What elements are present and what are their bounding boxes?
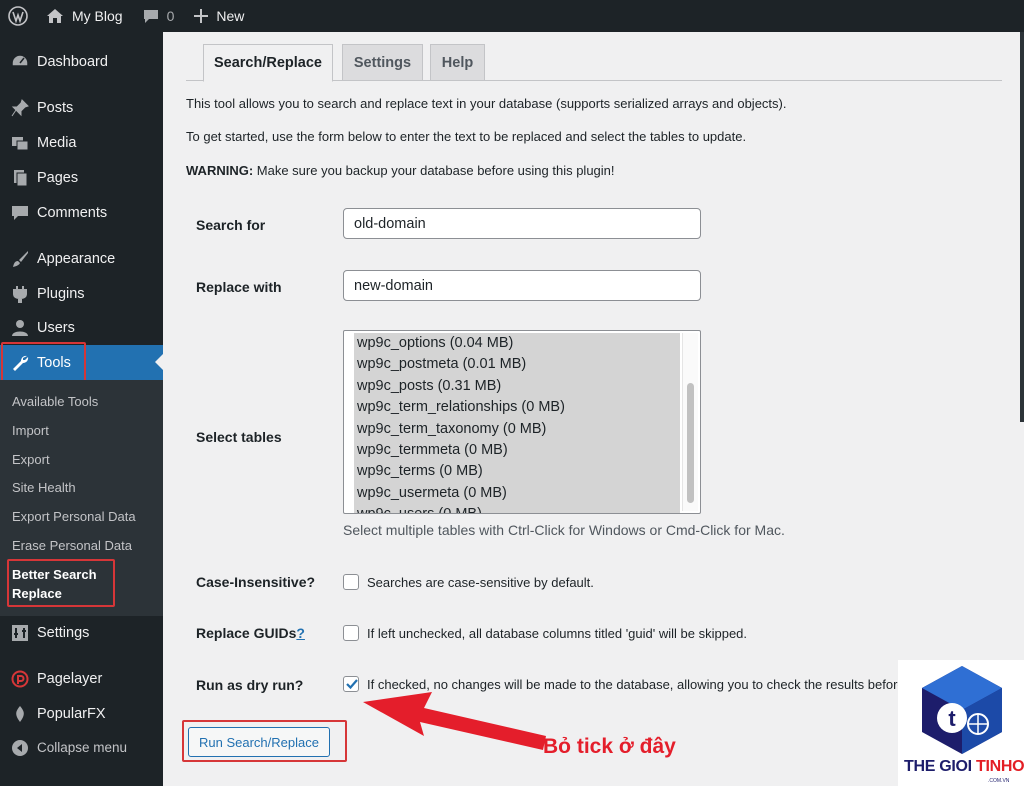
watermark-text: THE GIOI TINHOC xyxy=(904,758,1024,776)
page-scrollbar[interactable] xyxy=(1020,32,1024,422)
table-option[interactable]: wp9c_posts (0.31 MB) xyxy=(354,376,680,397)
table-option[interactable]: wp9c_terms (0 MB) xyxy=(354,461,680,482)
comments-count: 0 xyxy=(166,8,175,24)
case-insensitive-checkbox[interactable] xyxy=(343,574,359,590)
admin-bar: My Blog 0 New xyxy=(0,0,1024,32)
table-option[interactable]: wp9c_options (0.04 MB) xyxy=(354,333,680,354)
new-label: New xyxy=(216,8,245,24)
admin-sidebar: Dashboard Posts Media Pages Comments App… xyxy=(0,32,163,786)
sidebar-item-settings[interactable]: Settings xyxy=(0,615,163,650)
annotation-arrow-icon xyxy=(363,692,546,750)
tables-scrollbar[interactable] xyxy=(682,333,698,511)
sidebar-item-pagelayer[interactable]: Pagelayer xyxy=(0,661,163,696)
table-option[interactable]: wp9c_users (0 MB) xyxy=(354,504,680,513)
tables-select[interactable]: wp9c_options (0.04 MB) wp9c_postmeta (0.… xyxy=(343,330,701,514)
submenu-site-health[interactable]: Site Health xyxy=(12,480,76,495)
settings-icon xyxy=(10,623,30,643)
sidebar-item-posts[interactable]: Posts xyxy=(0,90,163,125)
intro-line-2: To get started, use the form below to en… xyxy=(186,129,747,144)
home-icon xyxy=(46,8,64,24)
submenu-available-tools[interactable]: Available Tools xyxy=(12,394,98,409)
pin-icon xyxy=(10,98,30,118)
collapse-icon xyxy=(10,738,30,758)
table-option[interactable]: wp9c_term_relationships (0 MB) xyxy=(354,397,680,418)
tab-settings[interactable]: Settings xyxy=(342,44,423,81)
sidebar-item-dashboard[interactable]: Dashboard xyxy=(0,44,163,79)
table-option[interactable]: wp9c_term_taxonomy (0 MB) xyxy=(354,419,680,440)
tools-highlight-box xyxy=(1,342,86,383)
dry-run-checkbox[interactable] xyxy=(343,676,359,692)
pagelayer-icon xyxy=(10,669,30,689)
sidebar-item-users[interactable]: Users xyxy=(0,310,163,345)
warning-text: Make sure you backup your database befor… xyxy=(253,163,615,178)
better-search-replace-highlight-box xyxy=(7,559,115,607)
submenu-export[interactable]: Export xyxy=(12,452,50,467)
watermark-logo: t THE GIOI TINHOC .COM.VN xyxy=(898,660,1024,786)
replace-guids-checkbox[interactable] xyxy=(343,625,359,641)
sidebar-item-pages[interactable]: Pages xyxy=(0,160,163,195)
replace-guids-description: If left unchecked, all database columns … xyxy=(367,626,748,641)
comment-icon xyxy=(10,203,30,223)
popularfx-icon xyxy=(10,704,30,724)
sidebar-item-appearance[interactable]: Appearance xyxy=(0,241,163,276)
user-icon xyxy=(10,318,30,338)
annotation-text: Bỏ tick ở đây xyxy=(543,735,676,758)
warning-line: WARNING: Make sure you backup your datab… xyxy=(186,163,615,178)
sidebar-item-popularfx[interactable]: PopularFX xyxy=(0,696,163,731)
table-option[interactable]: wp9c_termmeta (0 MB) xyxy=(354,440,680,461)
replace-with-label: Replace with xyxy=(196,279,282,295)
search-for-label: Search for xyxy=(196,217,266,233)
replace-guids-help-link[interactable]: ? xyxy=(296,625,305,641)
watermark-subtext: .COM.VN xyxy=(988,778,1010,784)
comments-link[interactable]: 0 xyxy=(133,0,185,32)
table-option[interactable]: wp9c_usermeta (0 MB) xyxy=(354,483,680,504)
comment-bubble-icon xyxy=(143,8,159,24)
collapse-menu-button[interactable]: Collapse menu xyxy=(0,730,163,765)
intro-line-1: This tool allows you to search and repla… xyxy=(186,96,787,111)
case-insensitive-description: Searches are case-sensitive by default. xyxy=(367,575,594,590)
new-content-link[interactable]: New xyxy=(184,0,254,32)
replace-guids-label: Replace GUIDs? xyxy=(196,625,305,641)
media-icon xyxy=(10,133,30,153)
dashboard-icon xyxy=(10,52,30,72)
case-insensitive-label: Case-Insensitive? xyxy=(196,574,316,590)
plug-icon xyxy=(10,284,30,304)
submenu-erase-personal-data[interactable]: Erase Personal Data xyxy=(12,538,132,553)
submenu-export-personal-data[interactable]: Export Personal Data xyxy=(12,509,136,524)
tables-scrollbar-thumb[interactable] xyxy=(687,383,694,503)
warning-label: WARNING: xyxy=(186,163,254,178)
table-option[interactable]: wp9c_postmeta (0.01 MB) xyxy=(354,354,680,375)
dry-run-label: Run as dry run? xyxy=(196,677,304,693)
submenu-import[interactable]: Import xyxy=(12,423,49,438)
sidebar-item-comments[interactable]: Comments xyxy=(0,195,163,230)
site-name: My Blog xyxy=(72,8,123,24)
tab-help[interactable]: Help xyxy=(430,44,485,81)
plus-icon xyxy=(194,9,209,23)
replace-guids-label-text: Replace GUIDs xyxy=(196,625,297,641)
tables-option-list: wp9c_options (0.04 MB) wp9c_postmeta (0.… xyxy=(354,333,680,513)
run-search-replace-button[interactable]: Run Search/Replace xyxy=(188,727,330,757)
select-tables-label: Select tables xyxy=(196,429,282,445)
watermark-text-dark: THE GIOI xyxy=(904,758,976,775)
tables-help-text: Select multiple tables with Ctrl-Click f… xyxy=(343,522,785,538)
tab-search-replace[interactable]: Search/Replace xyxy=(203,44,333,82)
wordpress-logo-icon[interactable] xyxy=(0,0,36,32)
replace-with-input[interactable]: new-domain xyxy=(343,270,701,301)
sidebar-item-media[interactable]: Media xyxy=(0,125,163,160)
main-content: Search/Replace Settings Help This tool a… xyxy=(163,32,1024,786)
site-name-link[interactable]: My Blog xyxy=(36,0,133,32)
watermark-text-red: TINHOC xyxy=(975,758,1024,775)
tgtinhoc-logo-icon: t xyxy=(922,666,1002,754)
pages-icon xyxy=(10,168,30,188)
brush-icon xyxy=(10,249,30,269)
svg-text:t: t xyxy=(948,706,956,731)
sidebar-item-plugins[interactable]: Plugins xyxy=(0,276,163,311)
search-for-input[interactable]: old-domain xyxy=(343,208,701,239)
